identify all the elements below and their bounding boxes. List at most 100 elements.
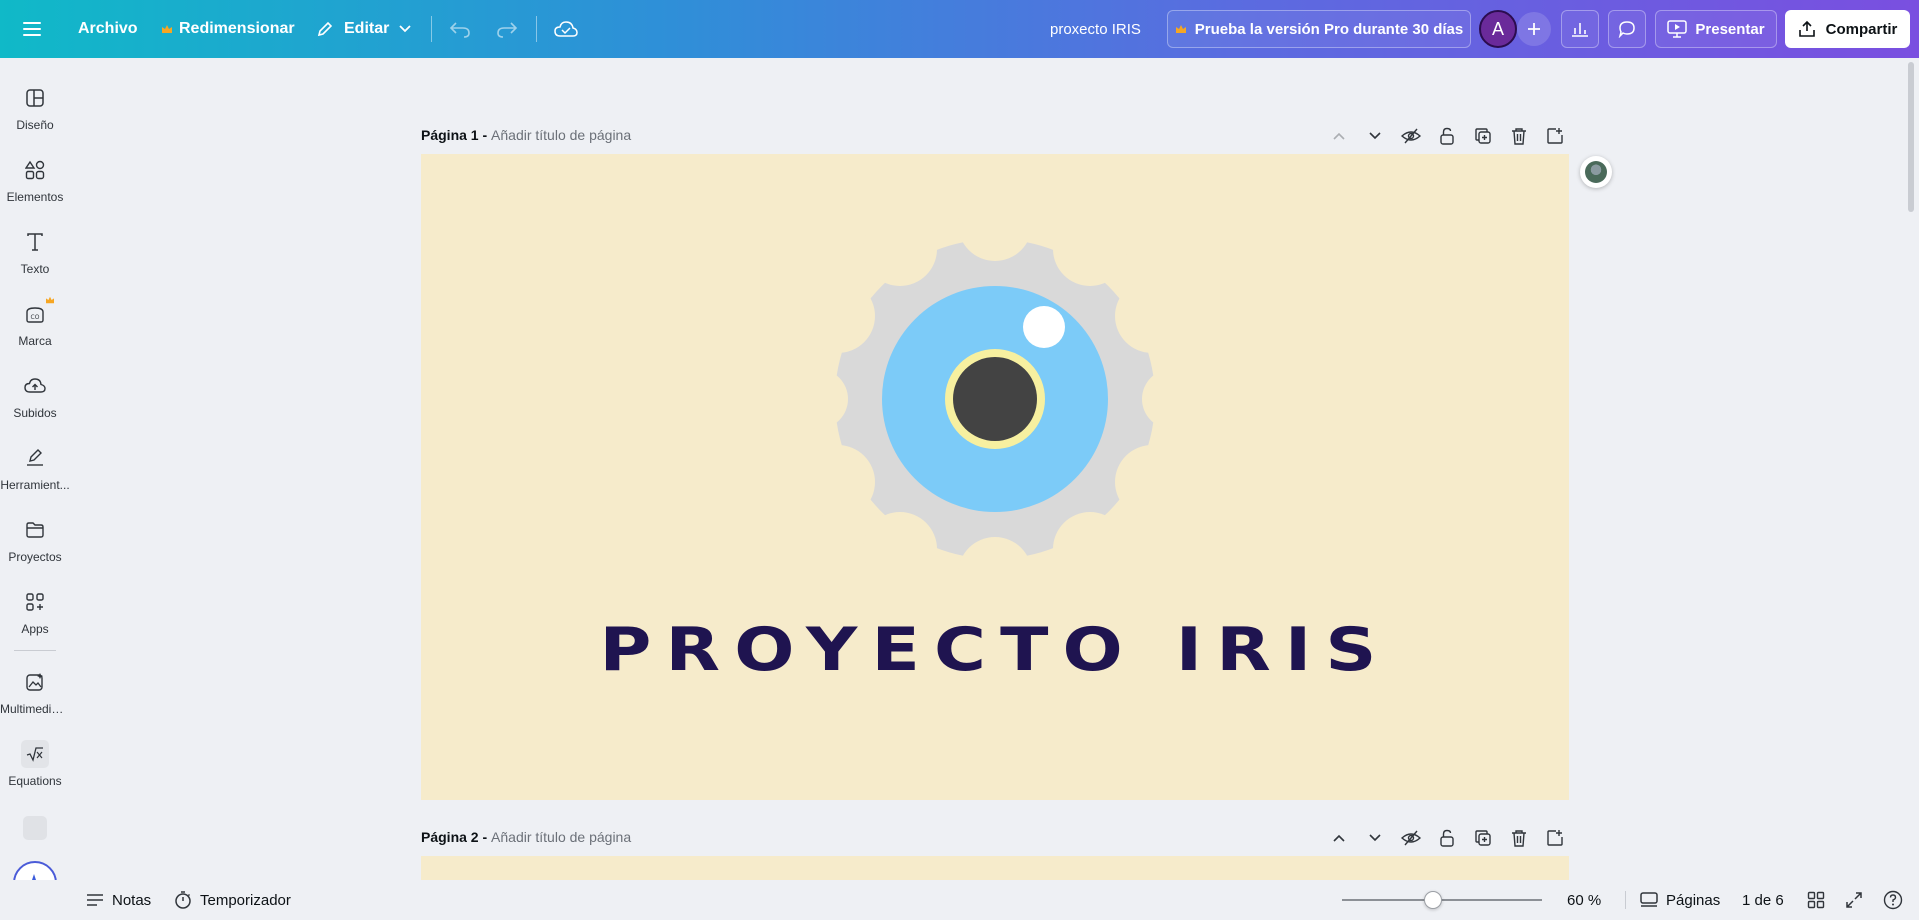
help-button[interactable]: [1883, 880, 1903, 920]
zoom-slider-track[interactable]: [1342, 899, 1542, 901]
page-1-header: Página 1 - Añadir título de página: [421, 127, 631, 143]
lock-page-button[interactable]: [1436, 827, 1458, 849]
share-label: Compartir: [1825, 20, 1898, 38]
avatar[interactable]: A: [1479, 10, 1517, 48]
avatar-initial: A: [1491, 18, 1504, 39]
present-button[interactable]: Presentar: [1655, 10, 1777, 48]
document-title[interactable]: proxecto IRIS: [1050, 0, 1141, 58]
page-2-header: Página 2 - Añadir título de página: [421, 829, 631, 845]
sidebar-item-label: Proyectos: [8, 550, 62, 564]
duplicate-icon: [1475, 830, 1491, 846]
lock-icon: [1440, 127, 1454, 145]
bottom-toolbar: Notas Temporizador 60 % Páginas 1 de 6: [0, 880, 1919, 920]
comments-button[interactable]: [1608, 10, 1646, 48]
pro-trial-button[interactable]: Prueba la versión Pro durante 30 días: [1167, 10, 1471, 48]
page-counter[interactable]: 1 de 6: [1742, 880, 1784, 920]
page-1-title-input[interactable]: Añadir título de página: [491, 127, 631, 143]
sidebar-item-design[interactable]: Diseño: [0, 76, 70, 148]
document-title-text: proxecto IRIS: [1050, 20, 1141, 38]
move-page-up-button[interactable]: [1328, 125, 1350, 147]
sidebar-item-elements[interactable]: Elementos: [0, 148, 70, 220]
cloud-upload-icon: [21, 372, 49, 400]
sidebar-item-brand[interactable]: CO Marca: [0, 292, 70, 364]
trash-icon: [1512, 830, 1526, 847]
sidebar-item-draw-tools[interactable]: Herramient...: [0, 436, 70, 508]
resize-label: Redimensionar: [179, 20, 295, 37]
edit-mode-button[interactable]: Editar: [316, 0, 411, 58]
app-placeholder-icon[interactable]: [23, 816, 47, 840]
page-1-canvas[interactable]: PROYECTO IRIS: [421, 154, 1569, 800]
grid-view-icon: [1807, 891, 1825, 909]
chevron-up-icon: [1333, 132, 1345, 140]
delete-page-button[interactable]: [1508, 125, 1530, 147]
duplicate-page-button[interactable]: [1472, 827, 1494, 849]
zoom-level[interactable]: 60 %: [1567, 880, 1601, 920]
sidebar-item-label: Marca: [18, 334, 52, 348]
apps-grid-icon: [21, 588, 49, 616]
crown-icon: [162, 25, 172, 33]
layout-icon: [21, 84, 49, 112]
pages-label: Páginas: [1666, 891, 1721, 909]
move-page-up-button[interactable]: [1328, 827, 1350, 849]
sidebar-item-projects[interactable]: Proyectos: [0, 508, 70, 580]
pages-button[interactable]: Páginas: [1640, 880, 1720, 920]
grid-view-button[interactable]: [1807, 880, 1825, 920]
insights-button[interactable]: [1561, 10, 1599, 48]
sidebar-item-label: Subidos: [13, 406, 57, 420]
add-page-button[interactable]: [1544, 827, 1566, 849]
help-icon: [1883, 890, 1903, 910]
chevron-down-icon: [1369, 834, 1381, 842]
delete-page-button[interactable]: [1508, 827, 1530, 849]
undo-icon: [449, 22, 470, 38]
shapes-icon: [21, 156, 49, 184]
share-button[interactable]: Compartir: [1785, 10, 1910, 48]
sidebar-item-label: Diseño: [16, 118, 54, 132]
plus-icon: [1528, 23, 1540, 35]
lock-page-button[interactable]: [1436, 125, 1458, 147]
collaborator-avatar[interactable]: [1580, 156, 1612, 188]
notes-icon: [87, 894, 103, 906]
canvas-title-text[interactable]: PROYECTO IRIS: [318, 615, 1673, 685]
media-icon: [21, 668, 49, 696]
pages-icon: [1640, 892, 1658, 907]
timer-button[interactable]: Temporizador: [174, 880, 291, 920]
notes-button[interactable]: Notas: [86, 880, 151, 920]
gear-eye-logo[interactable]: [812, 216, 1178, 582]
hamburger-icon: [23, 22, 41, 36]
sidebar-divider: [14, 650, 56, 651]
move-page-down-button[interactable]: [1364, 125, 1386, 147]
sidebar-item-uploads[interactable]: Subidos: [0, 364, 70, 436]
undo-button[interactable]: [449, 0, 471, 58]
redo-icon: [497, 22, 518, 38]
move-page-down-button[interactable]: [1364, 827, 1386, 849]
notes-label: Notas: [112, 891, 152, 909]
cloud-save-status[interactable]: [554, 0, 578, 58]
cloud-check-icon: [554, 21, 578, 37]
pencil-icon: [317, 21, 333, 37]
sidebar-item-label: Apps: [21, 622, 49, 636]
pro-trial-label: Prueba la versión Pro durante 30 días: [1194, 20, 1464, 38]
add-collaborator-button[interactable]: [1517, 12, 1551, 46]
duplicate-page-button[interactable]: [1472, 125, 1494, 147]
fullscreen-button[interactable]: [1845, 880, 1863, 920]
sidebar-item-label: Elementos: [6, 190, 64, 204]
vertical-scrollbar[interactable]: [1908, 62, 1914, 212]
timer-label: Temporizador: [200, 891, 291, 909]
main-menu-button[interactable]: [22, 0, 42, 58]
sidebar-item-apps[interactable]: Apps: [0, 580, 70, 652]
zoom-slider-thumb[interactable]: [1423, 891, 1442, 909]
bar-chart-icon: [1572, 23, 1588, 37]
sidebar-item-label: Herramient...: [0, 478, 70, 492]
hide-page-button[interactable]: [1400, 125, 1422, 147]
sidebar-item-text[interactable]: Texto: [0, 220, 70, 292]
resize-button[interactable]: Redimensionar: [161, 0, 295, 58]
redo-button[interactable]: [496, 0, 518, 58]
svg-text:CO: CO: [31, 314, 40, 321]
add-page-button[interactable]: [1544, 125, 1566, 147]
sidebar-item-media[interactable]: Multimedia ...: [0, 660, 70, 732]
crown-icon: [1175, 25, 1186, 33]
sidebar-item-equations[interactable]: Equations: [0, 732, 70, 804]
file-menu[interactable]: Archivo: [78, 0, 138, 58]
page-2-title-input[interactable]: Añadir título de página: [491, 829, 631, 845]
hide-page-button[interactable]: [1400, 827, 1422, 849]
